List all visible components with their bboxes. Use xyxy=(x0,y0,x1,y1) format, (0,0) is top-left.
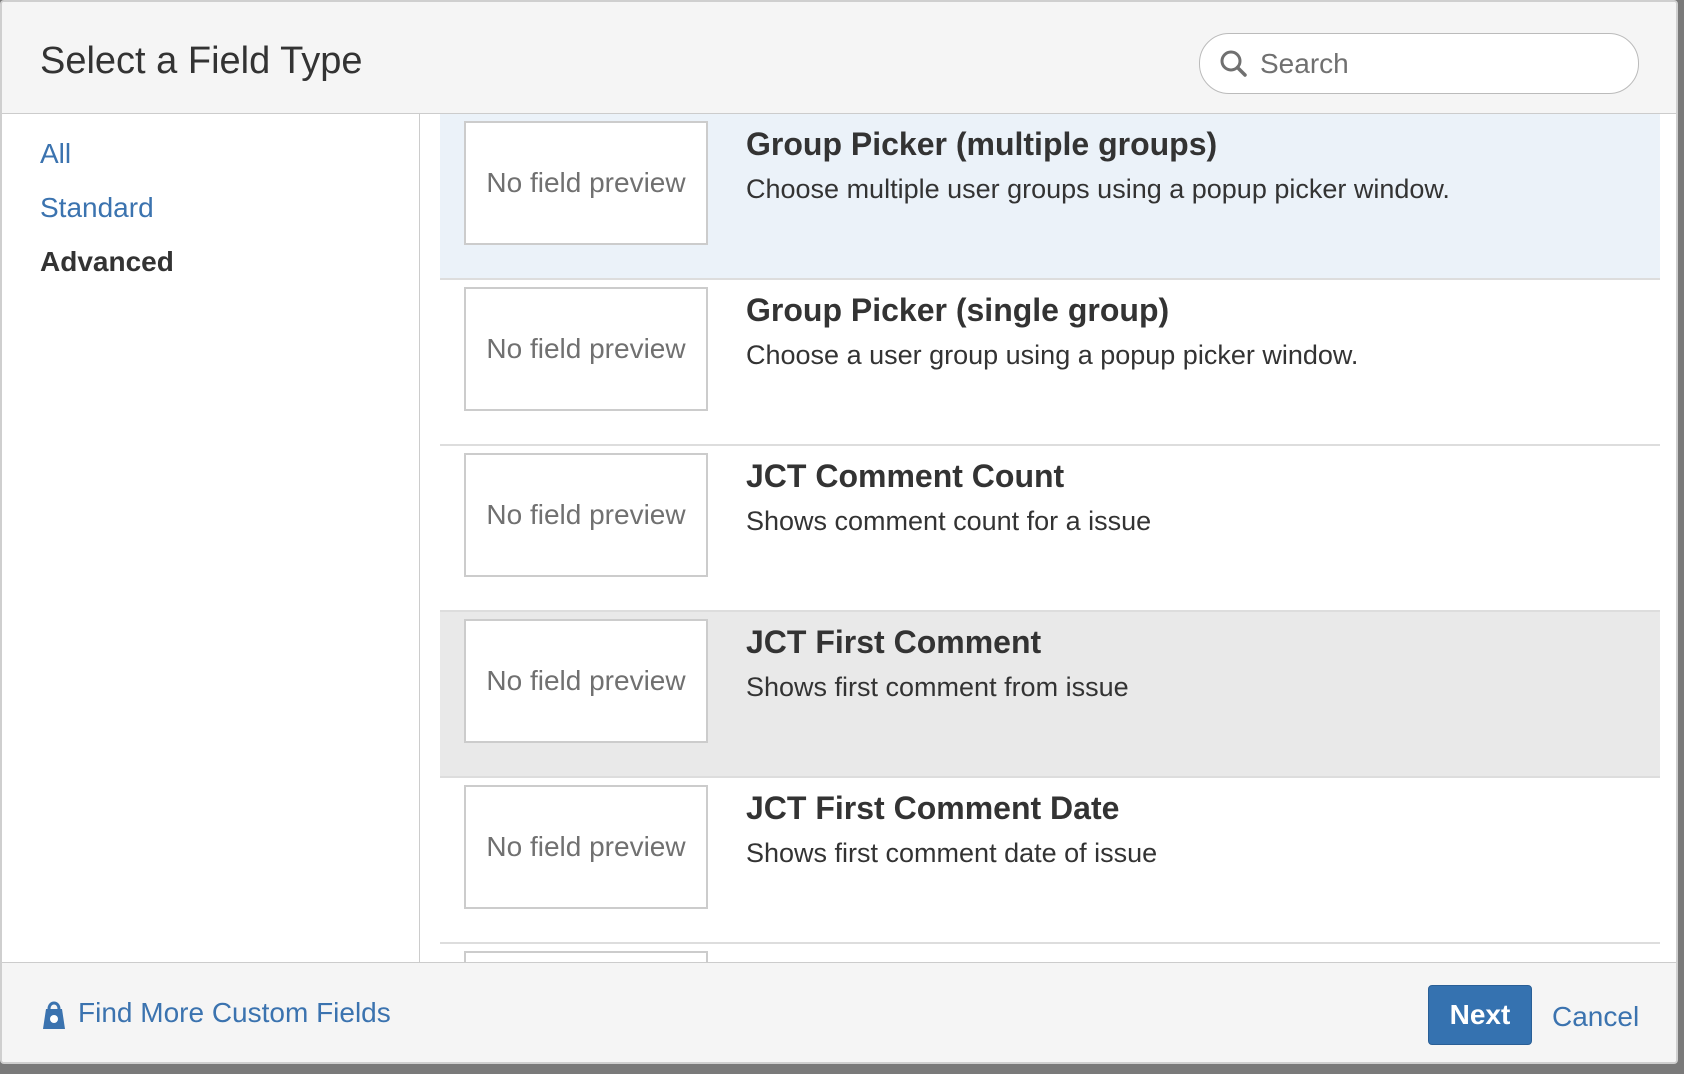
field-type-title: Group Picker (multiple groups) xyxy=(746,126,1218,162)
field-type-item-group-picker-single[interactable]: No field preview Group Picker (single gr… xyxy=(440,280,1660,446)
field-type-title: JCT First Comment Date xyxy=(746,790,1120,826)
category-sidebar: All Standard Advanced xyxy=(2,114,420,962)
field-type-item-partial[interactable] xyxy=(440,944,1660,962)
search-icon xyxy=(1220,50,1247,77)
field-preview-placeholder: No field preview xyxy=(464,619,708,743)
search-box[interactable] xyxy=(1199,33,1639,94)
field-type-description: Shows first comment from issue xyxy=(746,672,1129,702)
field-type-item-jct-first-comment[interactable]: No field preview JCT First Comment Shows… xyxy=(440,612,1660,778)
find-more-label: Find More Custom Fields xyxy=(78,997,391,1028)
dialog-title: Select a Field Type xyxy=(40,40,363,82)
field-type-title: JCT Comment Count xyxy=(746,458,1065,494)
sidebar-item-advanced[interactable]: Advanced xyxy=(40,246,174,278)
cancel-link[interactable]: Cancel xyxy=(1552,1001,1639,1033)
field-type-description: Choose multiple user groups using a popu… xyxy=(746,174,1450,204)
field-type-title: JCT First Comment xyxy=(746,624,1042,660)
field-preview-placeholder: No field preview xyxy=(464,121,708,245)
field-type-item-group-picker-multiple[interactable]: No field preview Group Picker (multiple … xyxy=(440,114,1660,280)
field-type-list[interactable]: No field preview Group Picker (multiple … xyxy=(421,114,1676,962)
search-input[interactable] xyxy=(1260,47,1620,80)
find-more-custom-fields-link[interactable]: Find More Custom Fields xyxy=(40,995,391,1031)
select-field-type-dialog: Select a Field Type All Standard Advance… xyxy=(0,0,1678,1064)
field-preview-placeholder xyxy=(464,951,708,962)
field-type-title: Group Picker (single group) xyxy=(746,292,1170,328)
field-preview-placeholder: No field preview xyxy=(464,453,708,577)
marketplace-icon xyxy=(43,1001,65,1029)
sidebar-item-standard[interactable]: Standard xyxy=(40,192,154,224)
field-type-description: Shows first comment date of issue xyxy=(746,838,1158,868)
field-type-description: Choose a user group using a popup picker… xyxy=(746,340,1359,370)
dialog-footer: Find More Custom Fields Next Cancel xyxy=(2,962,1676,1062)
field-type-item-jct-first-comment-date[interactable]: No field preview JCT First Comment Date … xyxy=(440,778,1660,944)
sidebar-item-all[interactable]: All xyxy=(40,138,71,170)
field-type-item-jct-comment-count[interactable]: No field preview JCT Comment Count Shows… xyxy=(440,446,1660,612)
dialog-header: Select a Field Type xyxy=(2,2,1676,114)
field-preview-placeholder: No field preview xyxy=(464,785,708,909)
field-preview-placeholder: No field preview xyxy=(464,287,708,411)
next-button[interactable]: Next xyxy=(1428,985,1532,1045)
field-type-description: Shows comment count for a issue xyxy=(746,506,1152,536)
